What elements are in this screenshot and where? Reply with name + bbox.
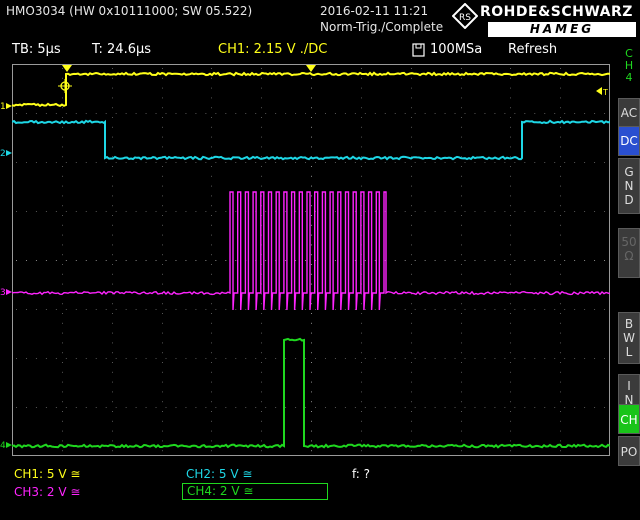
sidebar-channel-tag: C H 4 [620,48,638,84]
coupling-gnd-button[interactable]: GND [618,158,640,214]
ch4-info[interactable]: CH4: 2 V ≅ [182,483,328,500]
coupling-ac-button[interactable]: AC [618,98,640,128]
rs-emblem-icon: RS [452,3,478,29]
model-info: HMO3034 (HW 0x10111000; SW 05.522) [6,4,252,18]
ch1-marker[interactable]: 1 [0,97,14,109]
acquisition-mode[interactable]: Refresh [508,42,557,57]
ch2-trace [12,121,610,159]
waveform-display[interactable] [12,64,610,456]
ch3-trace [12,192,610,310]
ch1-trace [12,73,610,106]
svg-text:3: 3 [0,288,6,298]
channel-button[interactable]: CH [618,404,640,434]
frequency-readout: f: ? [352,467,370,481]
impedance-50ohm-button[interactable]: 50 Ω [618,228,640,278]
ch2-marker[interactable]: 2 [0,144,14,156]
datetime: 2016-02-11 11:21 [320,4,428,18]
trigger-time[interactable]: T: 24.6µs [92,42,151,57]
sample-rate: 100MSa [430,42,482,57]
waveform-canvas [12,64,610,456]
trigger-status: Norm-Trig./Complete [320,20,443,34]
center-marker-icon [306,58,316,66]
trigger-crosshair-icon [58,78,72,92]
trigger-level-icon[interactable]: T [596,81,610,91]
timebase[interactable]: TB: 5µs [12,42,61,57]
trigger-position-icon[interactable] [62,58,72,66]
svg-text:2: 2 [0,149,6,159]
svg-text:T: T [602,88,608,96]
ch3-marker[interactable]: 3 [0,283,14,295]
coupling-dc-button[interactable]: DC [618,126,640,156]
ch3-info[interactable]: CH3: 2 V ≅ [14,485,80,499]
ch1-info[interactable]: CH1: 5 V ≅ [14,467,80,481]
memory-icon [412,42,426,56]
graticule-border [13,65,610,456]
svg-text:1: 1 [0,102,6,112]
bandwidth-limit-button[interactable]: BWL [618,312,640,364]
ch2-info[interactable]: CH2: 5 V ≅ [186,467,252,481]
svg-text:4: 4 [0,441,6,451]
brand-bottom: HAMEG [488,22,636,37]
brand-top: ROHDE&SCHWARZ [480,4,633,20]
brand-logo: RS ROHDE&SCHWARZ HAMEG [452,3,638,39]
svg-text:RS: RS [459,13,471,23]
trigger-source[interactable]: CH1: 2.15 V ./DC [218,42,327,57]
position-button[interactable]: PO [618,436,640,466]
ch4-marker[interactable]: 4 [0,436,14,448]
